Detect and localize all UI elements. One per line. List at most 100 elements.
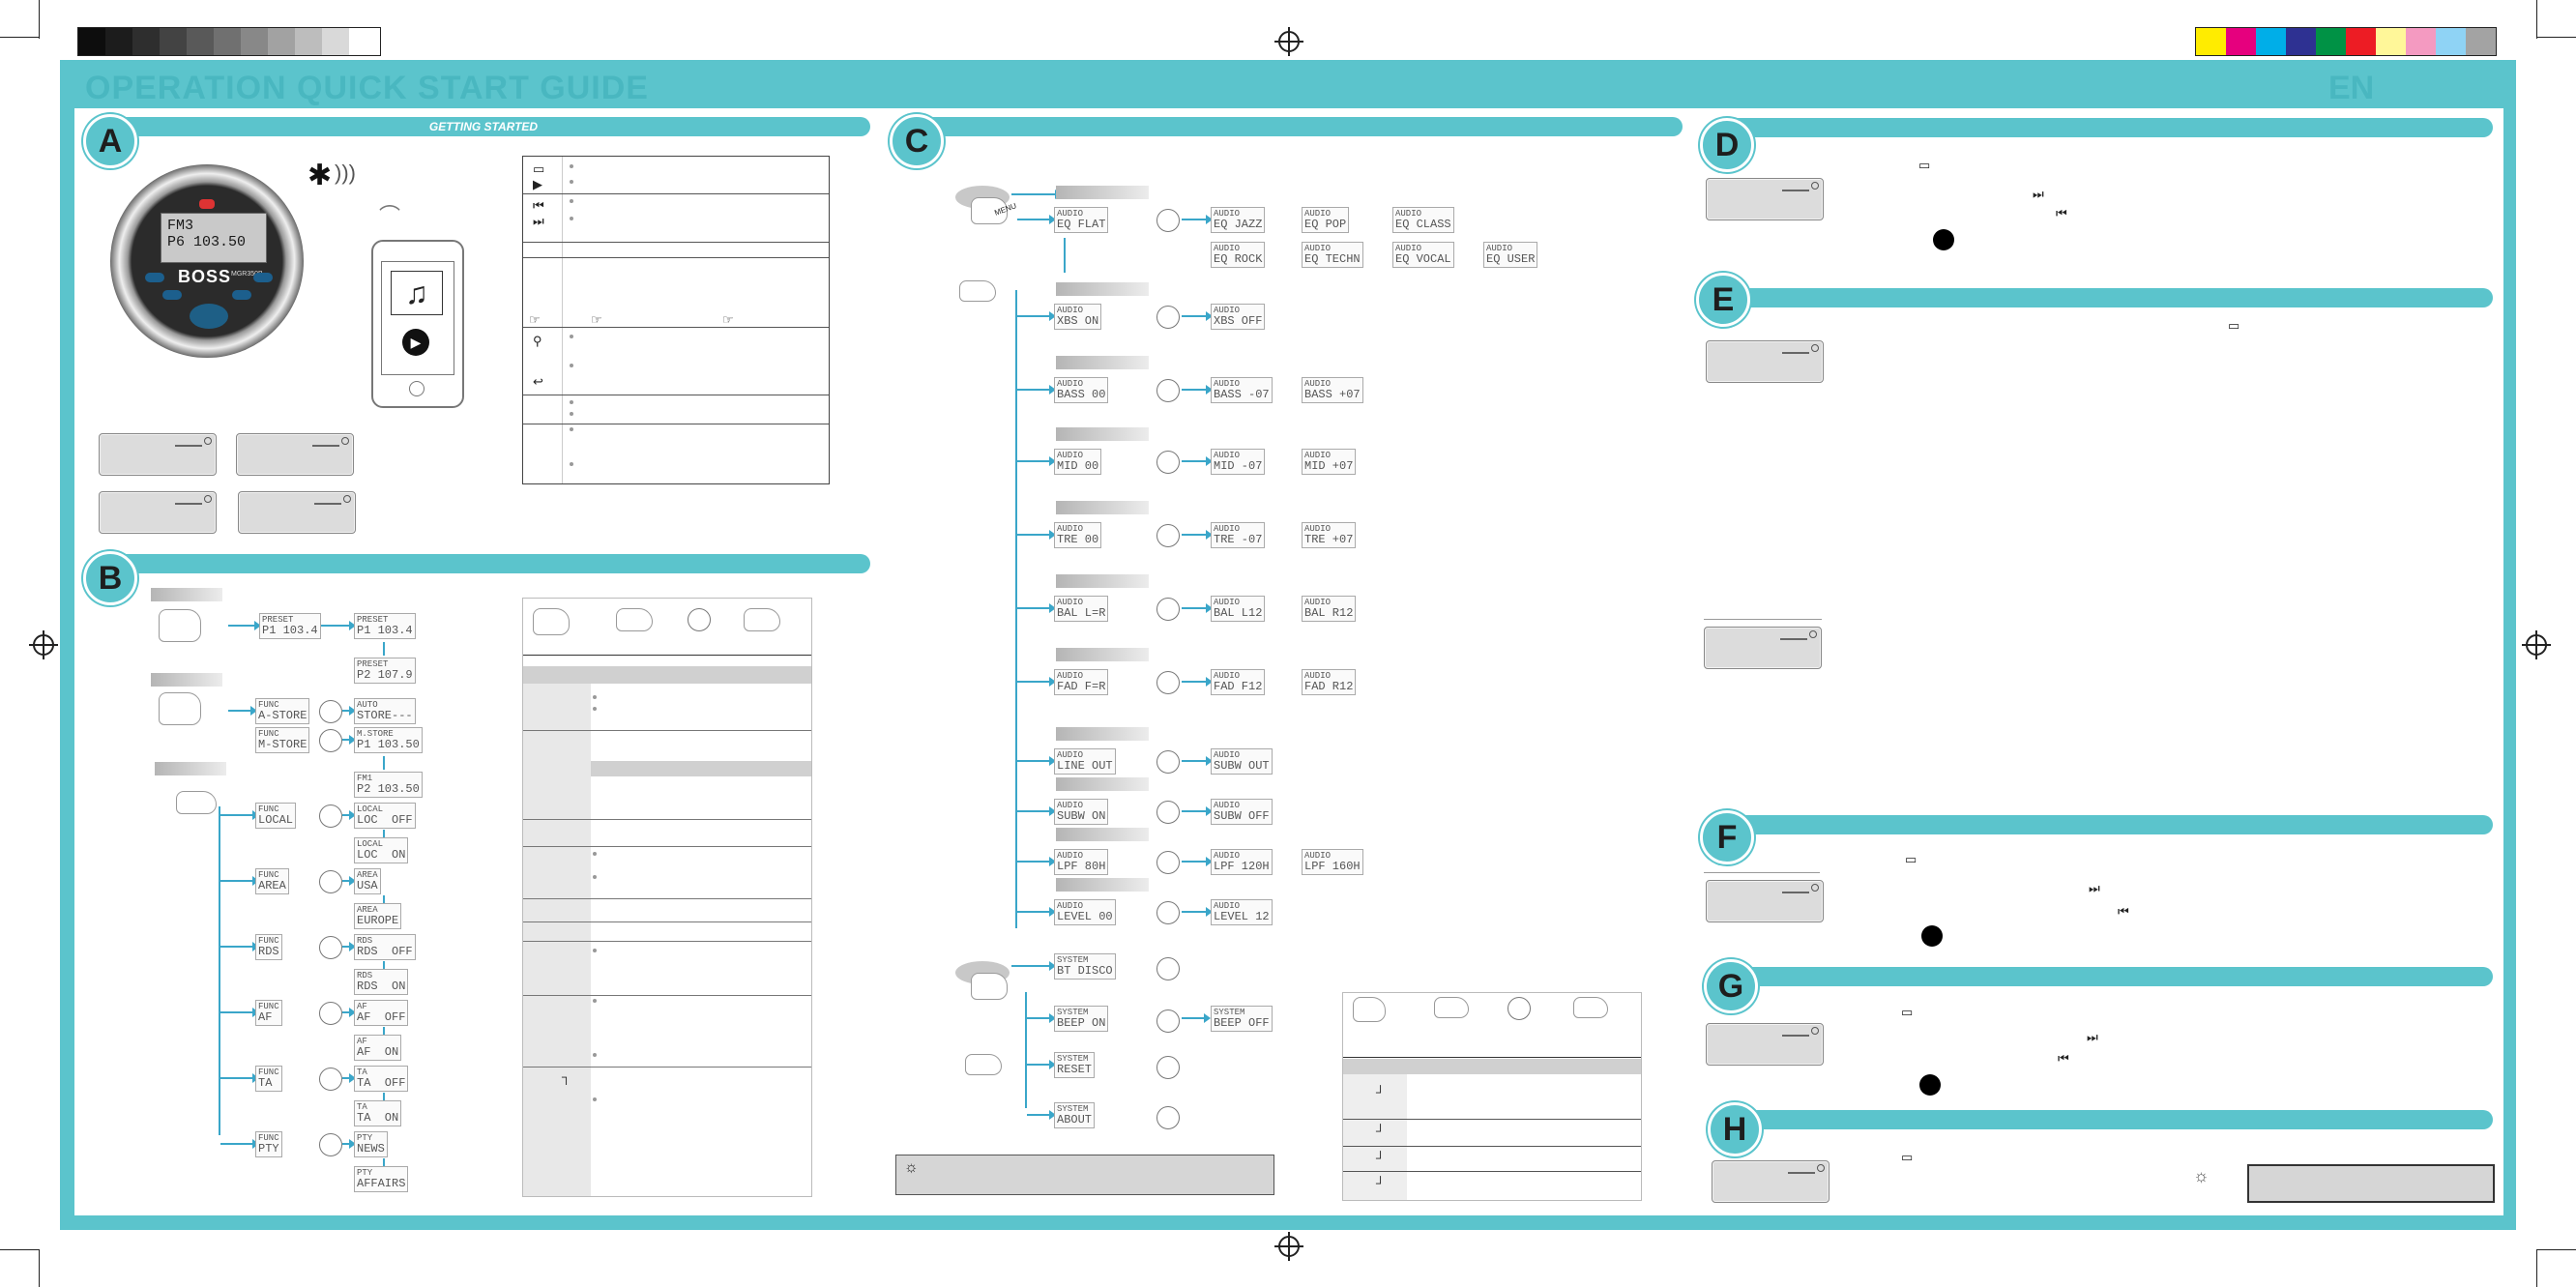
label-column [1343,1074,1407,1200]
lcd-value: BASS -07 [1214,388,1270,401]
language-code: EN [2328,70,2375,106]
lcd-option: PTY AFFAIRS [354,1166,409,1192]
gray-swatch [241,28,268,55]
lcd-func-astore: FUNC A-STORE [255,698,310,724]
lcd-option: LOCAL LOC OFF [354,803,416,829]
bullet [570,400,573,404]
lcd-value: LOC OFF [357,813,413,827]
lcd-value: BASS 00 [1057,388,1106,401]
source-mode-icon: ▭ [1905,852,1917,866]
lcd-system-item: SYSTEM BT DISCO [1054,953,1116,980]
hand-rotate-icon [1573,997,1608,1018]
display-line-1: FM3 [167,218,194,234]
lcd-value: BAL L12 [1214,606,1263,620]
skip-back-icon: ⏮ [2056,206,2067,220]
flow-arrow [220,1008,259,1017]
step-tab [1056,427,1149,441]
bullet [570,335,573,338]
gray-swatch [214,28,241,55]
lcd-audio-item: AUDIO BASS 00 [1054,377,1109,403]
divider [1704,872,1820,873]
system-reference-table: ┘ ┘ ┘ ┘ [1342,992,1642,1201]
lcd-value: TRE +07 [1304,533,1354,546]
color-swatch [2466,28,2496,55]
flow-arrow [1182,603,1213,613]
lcd-system-item: SYSTEM RESET [1054,1052,1096,1078]
section-d-bar [1733,118,2493,137]
preset-button[interactable] [145,273,164,282]
section-h-badge: H [1708,1102,1762,1156]
lcd-value: BASS +07 [1304,388,1361,401]
label-column [523,684,591,1196]
lcd-func-item: FUNC RDS [255,934,282,960]
color-swatch [2226,28,2256,55]
lcd-value: EQ JAZZ [1214,218,1263,231]
table-divider [1343,1119,1641,1120]
crop-mark [2537,37,2576,38]
select-knob-icon [319,1068,342,1091]
flow-arrow [342,942,356,951]
flow-arrow [1027,1110,1056,1120]
select-knob-icon [1156,801,1180,824]
flow-arrow [1011,961,1056,971]
lcd-value: FAD F=R [1057,680,1106,693]
record-button-icon [1919,1074,1941,1096]
lcd-preset: PRESET P2 107.9 [354,658,416,684]
step-tab [1056,878,1149,892]
select-knob-icon [319,804,342,828]
section-c-bar [928,117,1683,136]
power-button[interactable] [199,199,215,209]
select-knob-icon [1156,1106,1180,1129]
flow-line [383,1027,385,1035]
flow-arrow [220,1139,259,1149]
lcd-option: AUDIO EQ VOCAL [1392,242,1454,268]
play-icon[interactable]: ▶ [402,329,429,356]
lcd-option: AUDIO LPF 120H [1211,849,1273,875]
lcd-value: BAL L=R [1057,606,1106,620]
lcd-value: XBS OFF [1214,314,1263,328]
gray-swatch [132,28,160,55]
select-knob-icon [1156,209,1180,232]
flow-arrow [1017,311,1056,321]
seek-forward-button[interactable] [232,290,251,300]
seek-back-button[interactable] [162,290,182,300]
lcd-option: RDS RDS OFF [354,934,416,960]
flow-arrow [1011,190,1062,199]
volume-knob[interactable] [190,304,228,329]
lcd-value: AF [258,1010,273,1024]
lcd-option: PTY NEWS [354,1131,388,1157]
source-mode-icon: ▭ [2228,318,2240,333]
bullet [593,852,597,856]
mode-button[interactable] [253,273,273,282]
lcd-preset: PRESET P1 103.4 [259,613,321,639]
gray-swatch [187,28,214,55]
table-divider [523,327,829,328]
step-tab [1056,828,1149,841]
select-knob-icon [1156,598,1180,621]
lcd-value: BEEP ON [1057,1016,1106,1030]
hand-press-icon: ☞ [722,312,734,327]
step-tab [1056,501,1149,514]
system-trunk [1025,992,1027,1108]
flow-arrow [220,942,259,951]
lcd-option: AUDIO BASS +07 [1302,377,1363,403]
home-button[interactable] [409,381,424,396]
lcd-value: LPF 160H [1304,860,1361,873]
select-knob-icon [1156,1009,1180,1033]
lcd-auto-store: AUTO STORE--- [354,698,416,724]
lcd-value: SUBW OUT [1214,759,1270,773]
step-tab [151,673,222,687]
flow-line [383,1093,385,1100]
lcd-thumbnail [238,491,356,534]
lcd-value: PTY [258,1142,279,1155]
back-icon: ↩ [533,374,543,389]
color-swatch [2436,28,2466,55]
lcd-option: AREA EUROPE [354,903,402,929]
lcd-thumbnail [1706,1023,1824,1066]
search-icon: ⚲ [533,334,542,348]
crop-mark [0,1249,39,1250]
lightbulb-icon: ☼ [2193,1166,2210,1185]
knob-icon [1508,997,1531,1020]
step-tab [1056,282,1149,296]
crop-mark [39,1249,40,1287]
